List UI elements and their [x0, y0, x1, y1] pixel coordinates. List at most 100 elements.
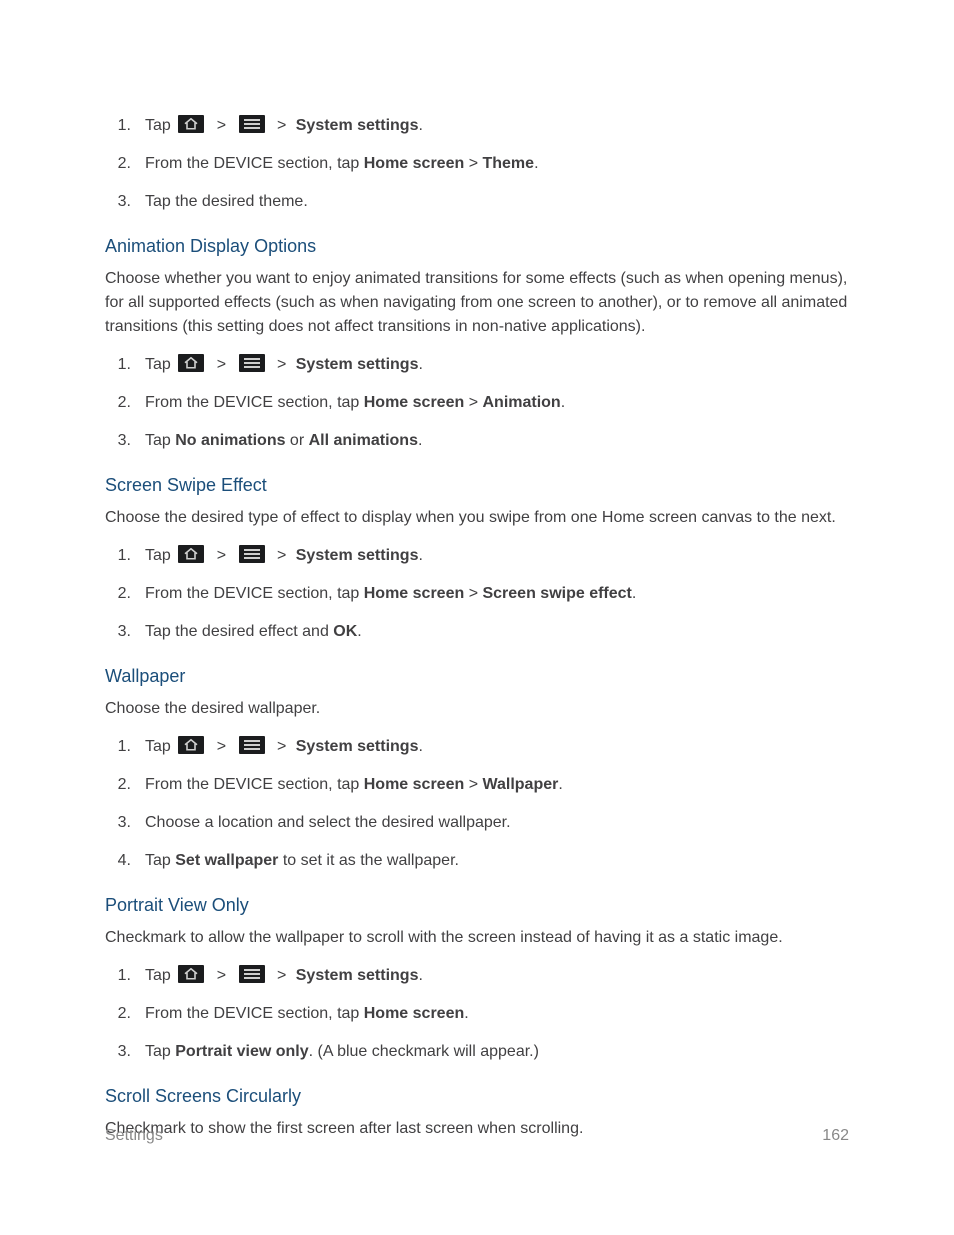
step-text: . [561, 394, 565, 411]
step-body: Tap > > System settings. [131, 544, 849, 568]
list-item: 3. Tap Portrait view only. (A blue check… [105, 1040, 849, 1064]
home-icon [178, 965, 204, 983]
step-body: From the DEVICE section, tap Home screen… [131, 391, 849, 415]
step-number: 3. [105, 620, 131, 644]
step-body: Tap Portrait view only. (A blue checkmar… [131, 1040, 849, 1064]
list-item: 1. Tap > > System settings. [105, 544, 849, 568]
step-bold: Theme [482, 155, 534, 172]
step-bold: System settings [296, 547, 419, 564]
step-number: 3. [105, 190, 131, 214]
chevron-icon: > [272, 547, 291, 564]
home-icon [178, 545, 204, 563]
step-number: 3. [105, 811, 131, 835]
list-item: 1. Tap > > System settings. [105, 964, 849, 988]
step-text: > [464, 585, 482, 602]
step-number: 4. [105, 849, 131, 873]
list-item: 2. From the DEVICE section, tap Home scr… [105, 1002, 849, 1026]
step-text: From the DEVICE section, tap [145, 776, 364, 793]
step-text: . [418, 356, 422, 373]
step-text: . [534, 155, 538, 172]
page: 1. Tap > > System settings. 2. From the … [0, 0, 954, 1235]
step-text: Tap the desired effect and [145, 623, 333, 640]
home-icon [178, 354, 204, 372]
list-item: 3. Choose a location and select the desi… [105, 811, 849, 835]
animation-steps: 1. Tap > > System settings. 2. From the … [105, 353, 849, 453]
step-number: 1. [105, 353, 131, 377]
step-body: From the DEVICE section, tap Home screen… [131, 773, 849, 797]
step-text: . [558, 776, 562, 793]
step-bold: Home screen [364, 155, 465, 172]
chevron-icon: > [212, 356, 231, 373]
step-number: 2. [105, 582, 131, 606]
step-body: Tap > > System settings. [131, 735, 849, 759]
step-text: . [632, 585, 636, 602]
step-number: 1. [105, 114, 131, 138]
step-bold: Wallpaper [482, 776, 558, 793]
step-body: Tap the desired theme. [131, 190, 849, 214]
step-text: . [357, 623, 361, 640]
step-body: Tap > > System settings. [131, 114, 849, 138]
section-intro: Choose the desired type of effect to dis… [105, 506, 849, 530]
wallpaper-steps: 1. Tap > > System settings. 2. From the … [105, 735, 849, 873]
step-text: or [285, 432, 308, 449]
step-text: Tap [145, 1043, 175, 1060]
list-item: 4. Tap Set wallpaper to set it as the wa… [105, 849, 849, 873]
step-number: 2. [105, 391, 131, 415]
chevron-icon: > [212, 547, 231, 564]
step-bold: System settings [296, 356, 419, 373]
section-intro: Checkmark to allow the wallpaper to scro… [105, 926, 849, 950]
step-bold: Set wallpaper [175, 852, 278, 869]
section-heading-wallpaper: Wallpaper [105, 666, 849, 687]
list-item: 1. Tap > > System settings. [105, 353, 849, 377]
menu-icon [239, 965, 265, 983]
chevron-icon: > [212, 738, 231, 755]
chevron-icon: > [212, 117, 231, 134]
step-text: > [464, 155, 482, 172]
step-text: From the DEVICE section, tap [145, 1005, 364, 1022]
menu-icon [239, 736, 265, 754]
step-text: . [418, 432, 422, 449]
step-body: From the DEVICE section, tap Home screen… [131, 1002, 849, 1026]
chevron-icon: > [212, 967, 231, 984]
step-text: > [464, 776, 482, 793]
list-item: 3. Tap the desired theme. [105, 190, 849, 214]
footer-section: Settings [105, 1127, 163, 1145]
step-text: Tap [145, 432, 175, 449]
home-icon [178, 115, 204, 133]
menu-icon [239, 354, 265, 372]
list-item: 2. From the DEVICE section, tap Home scr… [105, 152, 849, 176]
section-heading-animation: Animation Display Options [105, 236, 849, 257]
menu-icon [239, 115, 265, 133]
step-text: Tap [145, 852, 175, 869]
step-body: Tap No animations or All animations. [131, 429, 849, 453]
step-number: 1. [105, 735, 131, 759]
step-text: From the DEVICE section, tap [145, 394, 364, 411]
step-bold: Home screen [364, 394, 465, 411]
list-item: 1. Tap > > System settings. [105, 735, 849, 759]
step-number: 1. [105, 964, 131, 988]
step-body: Choose a location and select the desired… [131, 811, 849, 835]
step-text: From the DEVICE section, tap [145, 585, 364, 602]
section-heading-scroll: Scroll Screens Circularly [105, 1086, 849, 1107]
step-body: From the DEVICE section, tap Home screen… [131, 152, 849, 176]
step-text: . [418, 738, 422, 755]
step-text: . [418, 967, 422, 984]
step-bold: Home screen [364, 776, 465, 793]
portrait-steps: 1. Tap > > System settings. 2. From the … [105, 964, 849, 1064]
chevron-icon: > [272, 117, 291, 134]
step-text: to set it as the wallpaper. [278, 852, 459, 869]
step-bold: Animation [482, 394, 560, 411]
step-body: Tap > > System settings. [131, 353, 849, 377]
list-item: 3. Tap No animations or All animations. [105, 429, 849, 453]
list-item: 1. Tap > > System settings. [105, 114, 849, 138]
list-item: 2. From the DEVICE section, tap Home scr… [105, 391, 849, 415]
list-item: 2. From the DEVICE section, tap Home scr… [105, 582, 849, 606]
home-icon [178, 736, 204, 754]
step-bold: Portrait view only [175, 1043, 308, 1060]
menu-icon [239, 545, 265, 563]
footer-page-number: 162 [822, 1127, 849, 1145]
section-heading-swipe: Screen Swipe Effect [105, 475, 849, 496]
section-intro: Choose whether you want to enjoy animate… [105, 267, 849, 339]
step-bold: System settings [296, 967, 419, 984]
step-number: 3. [105, 1040, 131, 1064]
